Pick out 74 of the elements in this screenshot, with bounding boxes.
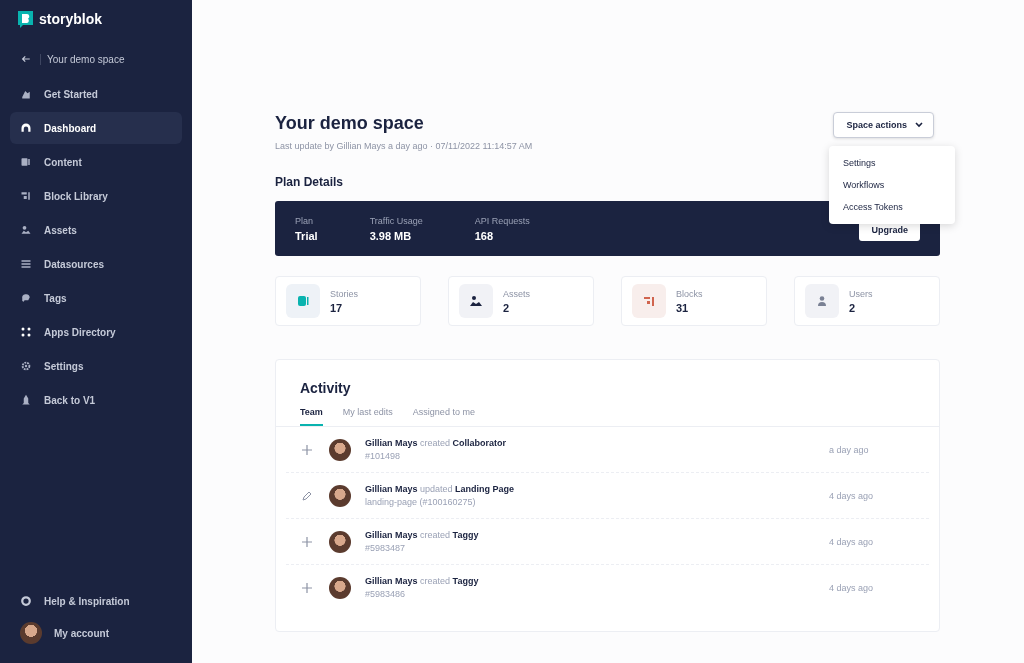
brand-name: storyblok [39,11,102,27]
timestamp: 4 days ago [829,536,875,547]
space-name: Your demo space [40,53,125,65]
nav-item[interactable]: Settings [10,350,182,382]
stat-label: Blocks [676,288,703,299]
timestamp: 4 days ago [829,582,875,593]
pencil-icon [302,490,312,501]
activity-detail: #5983487 [365,543,407,553]
plus-icon [302,536,312,547]
back-arrow-icon [20,53,32,65]
arch-icon [20,122,32,134]
image-icon [469,294,483,308]
page-icon [296,294,310,308]
avatar [329,530,351,553]
activity-detail: #101498 [365,451,402,461]
stat-value: 2 [503,301,511,314]
activity-text: Gillian Mays created Collaborator [365,438,508,448]
logo-icon [18,10,33,28]
blocks-icon [20,190,32,202]
nav-item[interactable]: Dashboard [10,112,182,144]
activity-text: Gillian Mays created Taggy [365,576,480,586]
field-value: Trial [295,229,318,242]
section-heading: Plan Details [275,175,344,189]
list-icon [20,258,32,270]
stat-label: Assets [503,288,530,299]
tab[interactable]: Team [300,407,323,426]
blocks-icon [642,294,656,308]
avatar [329,484,351,507]
field-value: 168 [474,229,494,242]
stat-value: 17 [330,301,344,314]
plus-icon [302,582,312,593]
nav-item[interactable]: Block Library [10,180,182,212]
avatar [329,438,351,461]
nav-item[interactable]: Back to V1 [10,384,182,416]
space-actions-button[interactable]: Space actions [833,112,934,138]
nav-item[interactable]: Tags [10,282,182,314]
stat-label: Users [849,288,873,299]
field-label: Traffic Usage [369,215,423,226]
avatar [329,576,351,599]
menu-item[interactable]: Access Tokens [829,196,955,218]
activity-text: Gillian Mays updated Landing Page [365,484,516,494]
nav-item[interactable]: My account [10,617,182,649]
nav-item[interactable]: Content [10,146,182,178]
stat-value: 31 [676,301,690,314]
last-update-text: Last update by Gillian Mays a day ago · 07/11/2022 11:14:57 AM [275,141,533,151]
nav-item[interactable]: Help & Inspiration [10,585,182,617]
chevron-down-icon [915,122,923,128]
timestamp: a day ago [829,444,870,455]
field-label: API Requests [474,215,530,226]
lifebuoy-icon [20,595,32,607]
nav-item[interactable]: Apps Directory [10,316,182,348]
menu-item[interactable]: Settings [829,152,955,174]
back-link[interactable]: Your demo space [10,50,182,68]
timestamp: 4 days ago [829,490,875,501]
field-value: 3.98 MB [369,229,413,242]
activity-detail: landing-page (#100160275) [365,497,477,507]
user-icon [815,294,829,308]
activity-detail: #5983486 [365,589,407,599]
nav-item[interactable]: Datasources [10,248,182,280]
field-label: Plan [295,215,314,226]
activity-text: Gillian Mays created Taggy [365,530,480,540]
menu-item[interactable]: Workflows [829,174,955,196]
stat-value: 2 [849,301,857,314]
page-icon [20,156,32,168]
image-icon [20,224,32,236]
settings-icon [20,360,32,372]
stat-label: Stories [330,288,358,299]
nav-item[interactable]: Get Started [10,78,182,110]
page-title: Your demo space [275,112,425,134]
nav-item[interactable]: Assets [10,214,182,246]
avatar [20,622,42,644]
card-title: Activity [300,380,352,396]
plus-icon [302,444,312,455]
grid-dots-icon [20,326,32,338]
